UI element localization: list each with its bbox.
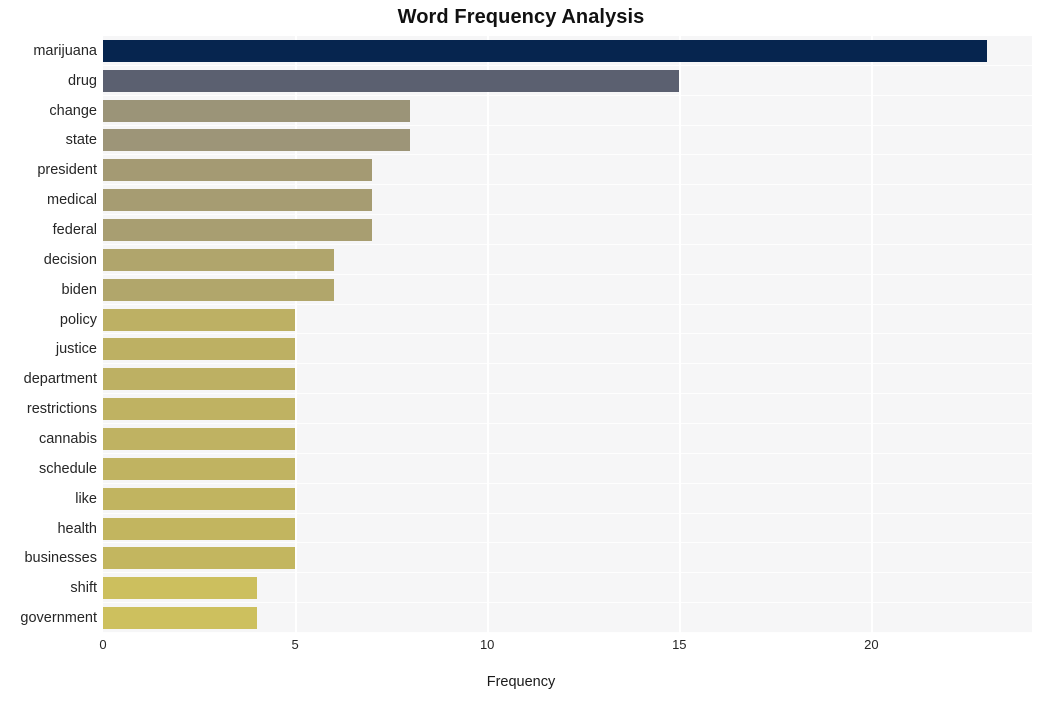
y-tick-label-policy: policy <box>59 311 97 328</box>
bar-shift[interactable] <box>103 577 257 600</box>
bar-health[interactable] <box>103 517 296 540</box>
bar-drug[interactable] <box>103 69 680 92</box>
y-tick-label-biden: biden <box>61 281 97 298</box>
bar-biden[interactable] <box>103 278 334 301</box>
bar-businesses[interactable] <box>103 547 296 570</box>
bar-row[interactable] <box>103 514 1032 544</box>
bar-row[interactable] <box>103 603 1032 633</box>
bar-row[interactable] <box>103 335 1032 365</box>
bar-medical[interactable] <box>103 189 372 212</box>
x-tick-label-15: 15 <box>672 637 687 652</box>
y-tick-label-government: government <box>20 610 97 627</box>
x-axis-label: Frequency <box>486 674 556 690</box>
bar-like[interactable] <box>103 487 296 510</box>
bar-state[interactable] <box>103 129 411 152</box>
bar-row[interactable] <box>103 484 1032 514</box>
bar-row[interactable] <box>103 275 1032 305</box>
y-tick-label-schedule: schedule <box>38 460 97 477</box>
bar-federal[interactable] <box>103 219 372 242</box>
bar-row[interactable] <box>103 96 1032 126</box>
bar-cannabis[interactable] <box>103 427 296 450</box>
y-tick-label-federal: federal <box>52 222 97 239</box>
bar-president[interactable] <box>103 159 372 182</box>
bar-series <box>103 36 1032 633</box>
bar-change[interactable] <box>103 99 411 122</box>
plot-area <box>103 36 1032 633</box>
y-tick-label-justice: justice <box>55 341 97 358</box>
bar-row[interactable] <box>103 573 1032 604</box>
bar-row[interactable] <box>103 215 1032 245</box>
y-tick-label-businesses: businesses <box>24 550 97 567</box>
x-tick-label-10: 10 <box>479 637 495 652</box>
y-tick-label-president: president <box>37 162 97 179</box>
bar-row[interactable] <box>103 543 1032 574</box>
x-tick-label-5: 5 <box>291 637 299 652</box>
bar-row[interactable] <box>103 155 1032 186</box>
bar-row[interactable] <box>103 126 1032 156</box>
bar-government[interactable] <box>103 607 257 630</box>
y-tick-label-department: department <box>23 371 97 388</box>
bar-decision[interactable] <box>103 248 334 271</box>
y-tick-label-state: state <box>65 132 97 149</box>
y-tick-label-drug: drug <box>67 72 97 89</box>
row-separator <box>103 631 1032 633</box>
x-tick-label-20: 20 <box>864 637 879 652</box>
y-axis-tick-labels: marijuana drug change state president medical… <box>0 36 97 633</box>
y-tick-label-marijuana: marijuana <box>33 42 97 59</box>
chart-title: Word Frequency Analysis <box>397 6 645 28</box>
bar-marijuana[interactable] <box>103 39 987 62</box>
bar-schedule[interactable] <box>103 457 296 480</box>
bar-row[interactable] <box>103 305 1032 335</box>
x-tick-label-0: 0 <box>99 637 107 652</box>
word-frequency-chart-figure: Word Frequency Analysis marijuana drug cha… <box>0 0 1042 701</box>
bar-justice[interactable] <box>103 338 296 361</box>
bar-restrictions[interactable] <box>103 398 296 421</box>
y-tick-label-like: like <box>75 490 97 507</box>
x-axis-tick-labels: 0 5 10 15 20 <box>0 637 1042 661</box>
bar-row[interactable] <box>103 454 1032 484</box>
y-tick-label-cannabis: cannabis <box>38 430 97 447</box>
bar-row[interactable] <box>103 245 1032 275</box>
bar-row[interactable] <box>103 185 1032 216</box>
y-tick-label-change: change <box>49 102 97 119</box>
bar-row[interactable] <box>103 364 1032 395</box>
bar-row[interactable] <box>103 394 1032 425</box>
y-tick-label-decision: decision <box>43 251 97 268</box>
bar-row[interactable] <box>103 66 1032 96</box>
y-tick-label-restrictions: restrictions <box>26 401 97 418</box>
bar-row[interactable] <box>103 424 1032 454</box>
bar-policy[interactable] <box>103 308 296 331</box>
y-tick-label-medical: medical <box>47 192 97 209</box>
y-tick-label-health: health <box>57 520 97 537</box>
y-tick-label-shift: shift <box>70 580 97 597</box>
bar-row[interactable] <box>103 36 1032 66</box>
bar-department[interactable] <box>103 368 296 391</box>
